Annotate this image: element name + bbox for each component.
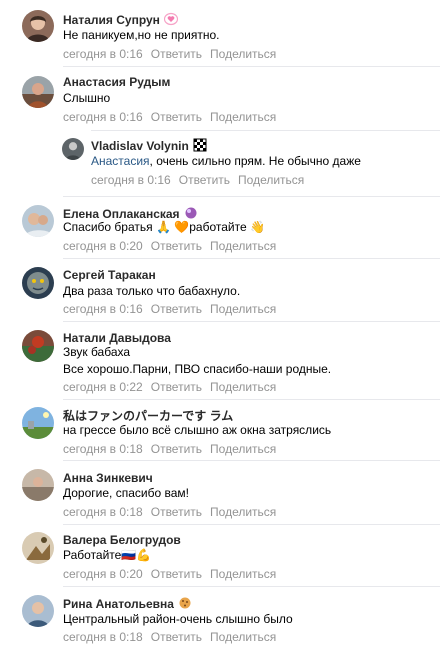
- divider: [63, 460, 440, 461]
- comment-text: Анастасия, очень сильно прям. Не обычно …: [91, 154, 361, 168]
- comment-text: Дорогие, спасибо вам!: [63, 486, 189, 500]
- comment-item: Валера Белогрудов Работайте🇷🇺💪 сегодня в…: [0, 524, 440, 586]
- comment-author[interactable]: Рина Анатольевна: [63, 596, 192, 611]
- comment-item: Анна Зинкевич Дорогие, спасибо вам! сего…: [0, 460, 440, 524]
- avatar[interactable]: [22, 267, 54, 299]
- comment-author[interactable]: Анна Зинкевич: [63, 471, 153, 485]
- comment-meta: сегодня в 0:18 Ответить Поделиться: [63, 442, 284, 456]
- pink-heart-badge-icon: [163, 12, 179, 26]
- comment-meta: сегодня в 0:16 Ответить Поделиться: [63, 302, 284, 316]
- comment-time[interactable]: сегодня в 0:22: [63, 380, 143, 394]
- divider: [63, 196, 440, 197]
- comment-text: Центральный район-очень слышно было: [63, 612, 293, 626]
- share-button[interactable]: Поделиться: [210, 47, 276, 61]
- share-button[interactable]: Поделиться: [210, 505, 276, 519]
- comment-meta: сегодня в 0:18 Ответить Поделиться: [63, 505, 284, 519]
- comment-item: Сергей Таракан Два раза только что бабах…: [0, 258, 440, 321]
- comment-meta: сегодня в 0:16 Ответить Поделиться: [63, 47, 284, 61]
- comment-item: Елена Оплаканская Спасибо братья 🙏 🧡рабо…: [0, 196, 440, 258]
- comment-text: Звук бабаха: [63, 345, 131, 359]
- divider: [63, 258, 440, 259]
- comment-meta: сегодня в 0:22 Ответить Поделиться: [63, 380, 284, 394]
- comment-item: Натали Давыдова Звук бабаха Все хорошо.П…: [0, 321, 440, 399]
- share-button[interactable]: Поделиться: [210, 239, 276, 253]
- comment-text: Спасибо братья 🙏 🧡работайте 👋: [63, 220, 265, 234]
- checkered-flag-badge-icon: [193, 138, 207, 152]
- comment-time[interactable]: сегодня в 0:20: [63, 239, 143, 253]
- comment-text: Слышно: [63, 91, 111, 105]
- comment-time[interactable]: сегодня в 0:20: [63, 567, 143, 581]
- comment-meta: сегодня в 0:18 Ответить Поделиться: [63, 630, 284, 644]
- divider: [91, 130, 440, 131]
- divider: [63, 321, 440, 322]
- reply-button[interactable]: Ответить: [151, 630, 202, 644]
- reply-button[interactable]: Ответить: [151, 505, 202, 519]
- divider: [63, 399, 440, 400]
- share-button[interactable]: Поделиться: [210, 380, 276, 394]
- comment-author[interactable]: Валера Белогрудов: [63, 533, 181, 547]
- comment-time[interactable]: сегодня в 0:18: [63, 442, 143, 456]
- divider: [63, 66, 440, 67]
- waving-hand-emoji: 👋: [249, 220, 265, 234]
- reply-to-link[interactable]: Анастасия: [91, 154, 150, 168]
- comment-text: Два раза только что бабахнуло.: [63, 284, 241, 298]
- share-button[interactable]: Поделиться: [210, 110, 276, 124]
- comment-meta: сегодня в 0:20 Ответить Поделиться: [63, 567, 284, 581]
- share-button[interactable]: Поделиться: [210, 442, 276, 456]
- comment-time[interactable]: сегодня в 0:18: [63, 505, 143, 519]
- divider: [63, 586, 440, 587]
- cookie-badge-icon: [178, 596, 192, 610]
- reply-button[interactable]: Ответить: [151, 302, 202, 316]
- comment-meta: сегодня в 0:16 Ответить Поделиться: [63, 110, 284, 124]
- comment-text: Все хорошо.Парни, ПВО спасибо-наши родны…: [63, 362, 332, 376]
- share-button[interactable]: Поделиться: [210, 567, 276, 581]
- comment-meta: сегодня в 0:20 Ответить Поделиться: [63, 239, 284, 253]
- comment-item: Анастасия Рудым Слышно сегодня в 0:16 Отв…: [0, 66, 440, 130]
- comment-text: Не паникуем,но не приятно.: [63, 28, 220, 42]
- avatar[interactable]: [62, 138, 84, 160]
- avatar[interactable]: [22, 532, 54, 564]
- avatar[interactable]: [22, 330, 54, 362]
- comment-text: на грессе было всё слышно аж окна затряс…: [63, 423, 332, 437]
- comment-author[interactable]: Анастасия Рудым: [63, 75, 170, 89]
- share-button[interactable]: Поделиться: [210, 302, 276, 316]
- comment-author[interactable]: Сергей Таракан: [63, 268, 156, 282]
- share-button[interactable]: Поделиться: [238, 173, 304, 187]
- orange-heart-emoji: 🧡: [174, 220, 190, 234]
- folded-hands-emoji: 🙏: [155, 220, 171, 234]
- comment-time[interactable]: сегодня в 0:16: [63, 47, 143, 61]
- comment-text: Работайте🇷🇺💪: [63, 548, 152, 562]
- reply-button[interactable]: Ответить: [179, 173, 230, 187]
- flexed-biceps-emoji: 💪: [136, 548, 152, 562]
- comment-author[interactable]: Vladislav Volynin: [91, 138, 207, 153]
- comment-item: Рина Анатольевна Центральный район-очень…: [0, 586, 440, 647]
- share-button[interactable]: Поделиться: [210, 630, 276, 644]
- reply-button[interactable]: Ответить: [151, 380, 202, 394]
- avatar[interactable]: [22, 595, 54, 627]
- reply-button[interactable]: Ответить: [151, 567, 202, 581]
- comment-time[interactable]: сегодня в 0:18: [63, 630, 143, 644]
- comment-reply-item: Vladislav Volynin Анастасия, очень сильн…: [0, 130, 440, 196]
- avatar[interactable]: [22, 205, 54, 237]
- comment-meta: сегодня в 0:16 Ответить Поделиться: [91, 173, 312, 187]
- avatar[interactable]: [22, 407, 54, 439]
- avatar[interactable]: [22, 469, 54, 501]
- comment-time[interactable]: сегодня в 0:16: [63, 302, 143, 316]
- reply-button[interactable]: Ответить: [151, 239, 202, 253]
- reply-button[interactable]: Ответить: [151, 110, 202, 124]
- comment-author[interactable]: Наталия Супрун: [63, 12, 179, 27]
- avatar[interactable]: [22, 10, 54, 42]
- comment-item: Наталия Супрун Не паникуем,но не приятно…: [0, 0, 440, 66]
- comment-time[interactable]: сегодня в 0:16: [91, 173, 171, 187]
- reply-button[interactable]: Ответить: [151, 442, 202, 456]
- avatar[interactable]: [22, 76, 54, 108]
- comment-time[interactable]: сегодня в 0:16: [63, 110, 143, 124]
- comment-item: 私はファンのパーカーです ラム на грессе было всё слышн…: [0, 399, 440, 460]
- reply-button[interactable]: Ответить: [151, 47, 202, 61]
- divider: [63, 524, 440, 525]
- russia-flag-emoji: 🇷🇺: [121, 548, 137, 562]
